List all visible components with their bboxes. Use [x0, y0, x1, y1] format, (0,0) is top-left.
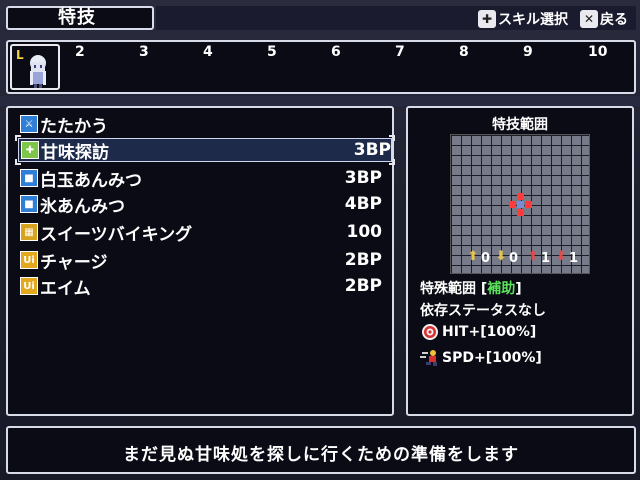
skill-name: 氷あんみつ [40, 196, 125, 217]
dpad-icon: ✚ [478, 10, 496, 28]
up-buff-icon: Ui [20, 251, 38, 269]
special-range-close: ] [515, 281, 522, 297]
skill-item-fight[interactable]: ⚔ たたかう [20, 112, 382, 137]
elevation-value: 0 [481, 250, 491, 266]
skill-item[interactable]: Ui チャージ 2BP [20, 248, 382, 273]
skill-list-panel: ⚔ たたかう ✚ 甘味探訪 3BP ■ 白玉あんみつ 3BP ■ 氷あんみつ 4… [6, 106, 395, 416]
skill-description: まだ見ぬ甘味処を探しに行くための準備をします [123, 445, 519, 465]
elevation-value: 1 [569, 250, 579, 266]
arrow-up-icon: ⬆ [527, 249, 539, 264]
skill-item[interactable]: ■ 氷あんみつ 4BP [20, 192, 382, 217]
elevation-down: ⬇ 1 [553, 249, 579, 267]
cursor-corner [15, 135, 21, 141]
skill-name: エイム [40, 278, 91, 299]
turn-number: 6 [331, 44, 341, 60]
turn-number: 7 [395, 44, 405, 60]
arrow-down-icon: ⬇ [495, 249, 507, 264]
title-box: 特技 [6, 6, 154, 30]
arrow-up-icon: ⬆ [467, 249, 479, 264]
gold-grid-icon: ▦ [20, 223, 38, 241]
elevation-value: 0 [509, 250, 519, 266]
range-title: 特技範囲 [492, 117, 548, 133]
special-range-label: 特殊範囲 [ [420, 281, 488, 297]
range-cell [509, 201, 516, 208]
back-label: 戻る [600, 12, 628, 28]
skill-select-label: スキル選択 [498, 12, 568, 28]
blue-square-icon: ■ [20, 169, 38, 187]
range-center-cell [517, 201, 524, 208]
special-range-value: 補助 [487, 281, 516, 297]
elevation-value: 1 [541, 250, 551, 266]
special-range: 特殊範囲 [補助] [420, 278, 522, 298]
skill-name: 甘味探訪 [41, 142, 109, 163]
background-band [0, 96, 640, 106]
back-hint[interactable]: ✕ 戻る [580, 8, 628, 30]
skill-name: 白玉あんみつ [40, 170, 142, 191]
skill-select-hint[interactable]: ✚ スキル選択 [478, 8, 568, 30]
turn-number: 9 [523, 44, 533, 60]
speed-runner-icon [420, 350, 437, 366]
skill-name: スイーツバイキング [40, 224, 193, 245]
skill-range-panel: 特技範囲 ⬆ 0 ⬇ 0 ⬆ 1 ⬇ 1 特殊範囲 [補助] 依存ステータスなし [406, 106, 634, 416]
skill-item-selected[interactable]: ✚ 甘味探訪 3BP [15, 135, 395, 165]
description-panel: まだ見ぬ甘味処を探しに行くための準備をします [6, 426, 636, 474]
skill-cost: 3BP [353, 140, 391, 160]
skill-item[interactable]: ▦ スイーツバイキング 100 [20, 220, 383, 245]
blue-square-icon: ■ [20, 195, 38, 213]
range-cell [525, 201, 532, 208]
elevation-down: ⬇ 0 [493, 249, 519, 267]
skill-name: チャージ [40, 252, 108, 273]
skill-item[interactable]: ■ 白玉あんみつ 3BP [20, 166, 382, 191]
buff-hit: HIT+[100%] [420, 322, 536, 342]
elevation-up: ⬆ 0 [465, 249, 491, 267]
turn-number: 2 [75, 44, 85, 60]
dependent-status: 依存ステータスなし [420, 303, 546, 319]
skill-cost: 2BP [344, 250, 382, 270]
skill-item[interactable]: Ui エイム 2BP [20, 274, 382, 299]
turn-number: 10 [588, 44, 608, 60]
arrow-down-icon: ⬇ [555, 249, 567, 264]
elevation-up: ⬆ 1 [525, 249, 551, 267]
x-button-icon: ✕ [580, 10, 598, 28]
skill-cost: 3BP [344, 168, 382, 188]
turn-number: 4 [203, 44, 213, 60]
up-buff-icon: Ui [20, 277, 38, 295]
range-grid: ⬆ 0 ⬇ 0 ⬆ 1 ⬇ 1 [450, 134, 590, 274]
page-title: 特技 [58, 7, 96, 28]
turn-number: 8 [459, 44, 469, 60]
target-icon [422, 324, 438, 340]
turn-slot-label: L [16, 48, 24, 62]
cursor-corner [389, 135, 395, 141]
heal-plus-icon: ✚ [21, 141, 39, 159]
buff-text: HIT+[100%] [442, 324, 537, 340]
turn-order-bar: L 2 3 4 5 6 7 8 9 10 [6, 40, 636, 94]
range-cell [517, 209, 524, 216]
turn-number: 5 [267, 44, 277, 60]
range-cell [517, 193, 524, 200]
skill-cost: 100 [346, 222, 383, 242]
skill-cost: 2BP [344, 276, 382, 296]
skill-name: たたかう [40, 116, 108, 137]
buff-text: SPD+[100%] [442, 350, 542, 366]
sword-icon: ⚔ [20, 115, 38, 133]
skill-cost: 4BP [344, 194, 382, 214]
buff-spd: SPD+[100%] [420, 348, 542, 368]
character-portrait-icon [30, 55, 46, 88]
cursor-corner [15, 159, 21, 165]
turn-number: 3 [139, 44, 149, 60]
cursor-corner [389, 159, 395, 165]
turn-slot-current[interactable]: L [10, 44, 60, 90]
